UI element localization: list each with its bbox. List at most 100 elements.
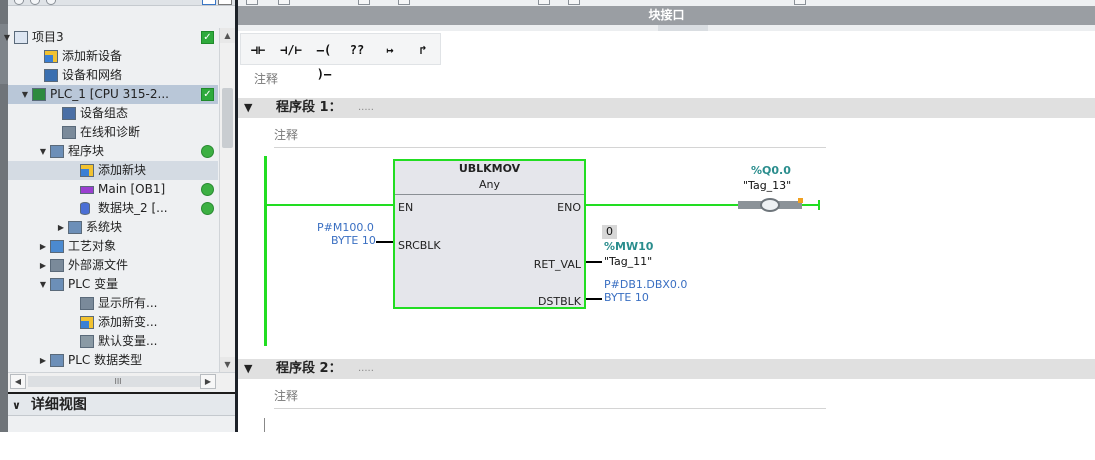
coil-icon[interactable]: –( )– — [309, 38, 339, 81]
tree-item[interactable]: 设备组态 — [8, 104, 218, 123]
block-name: UBLKMOV — [458, 162, 521, 175]
srcblk-operand-type[interactable]: BYTE 10 — [331, 234, 376, 247]
toolbar-icon[interactable] — [398, 0, 410, 5]
plc-icon — [32, 88, 46, 101]
expand-down-icon[interactable]: ▼ — [38, 142, 48, 161]
tree-item-label: 外部源文件 — [68, 258, 129, 272]
ret-val-address[interactable]: %MW10 — [604, 240, 653, 253]
tree-tool-icon[interactable] — [46, 0, 56, 5]
folder-icon — [50, 145, 64, 158]
ret-val-monitor-value: 0 — [602, 225, 617, 239]
coil-out-wire — [800, 204, 820, 206]
tree-item[interactable]: 添加新设备 — [8, 47, 218, 66]
expand-right-icon[interactable]: ▶ — [38, 256, 48, 275]
tree-vertical-scrollbar[interactable]: ▲ ▼ — [219, 28, 235, 372]
collapse-triangle-icon[interactable]: ▼ — [244, 98, 252, 118]
tree-item[interactable]: ▼ PLC_1 [CPU 315-2... ✓ — [8, 85, 218, 104]
tree-tool-icon[interactable] — [14, 0, 24, 5]
coil-left-bar — [738, 201, 762, 209]
tree-item-label: 添加新设备 — [62, 49, 123, 63]
tree-item-label: 显示所有... — [98, 296, 158, 310]
output-coil[interactable] — [738, 198, 803, 212]
network-comment[interactable]: 注释 — [274, 126, 298, 143]
scroll-thumb[interactable] — [222, 88, 233, 148]
tree-item[interactable]: 默认变量... — [8, 332, 218, 351]
tree-item[interactable]: ▶ PLC 数据类型 — [8, 351, 218, 370]
ret-val-wire — [586, 261, 602, 263]
power-rail — [264, 418, 265, 432]
tree-item[interactable]: ▶ 系统块 — [8, 218, 218, 237]
eno-wire — [586, 204, 738, 206]
tree-tool-icon[interactable] — [30, 0, 40, 5]
tree-item[interactable]: ▼ 项目3 ✓ — [4, 28, 218, 47]
tree-item[interactable]: 显示所有... — [8, 294, 218, 313]
toolbar-icon[interactable] — [538, 0, 550, 5]
empty-box-icon[interactable]: ?? — [342, 38, 372, 62]
tree-item[interactable]: 数据块_2 [... — [8, 199, 218, 218]
tree-item[interactable]: ▶ 工艺对象 — [8, 237, 218, 256]
block-type[interactable]: Any — [395, 178, 584, 191]
close-branch-icon[interactable]: ↱ — [408, 38, 438, 62]
power-rail — [264, 156, 267, 346]
coil-tag[interactable]: "Tag_13" — [743, 179, 791, 192]
toolbar-icon[interactable] — [794, 0, 806, 5]
splitter-grip[interactable] — [658, 25, 708, 31]
expand-down-icon[interactable]: ▼ — [38, 275, 48, 294]
scroll-left-icon[interactable]: ◀ — [10, 374, 26, 389]
tree-view-toggle[interactable] — [218, 0, 232, 5]
toolbar-icon[interactable] — [358, 0, 370, 5]
coil-address[interactable]: %Q0.0 — [751, 164, 791, 177]
detail-view-header[interactable]: ∨ 详细视图 — [8, 394, 236, 416]
pin-srcblk: SRCBLK — [398, 239, 441, 252]
srcblk-wire — [376, 241, 393, 243]
chevron-down-icon[interactable]: ∨ — [12, 395, 26, 417]
scroll-down-icon[interactable]: ▼ — [220, 357, 235, 372]
tree-item-label: PLC 数据类型 — [68, 353, 143, 367]
toolbar-icon[interactable] — [568, 0, 580, 5]
network-2-header[interactable]: ▼ 程序段 2： ..... — [238, 359, 1095, 379]
ublkmov-function-box[interactable]: UBLKMOV Any EN ENO SRCBLK RET_VAL DSTBLK — [393, 159, 586, 309]
block-interface-splitter[interactable] — [238, 25, 1095, 31]
toolbar-icon[interactable] — [246, 0, 258, 5]
open-branch-icon[interactable]: ↦ — [375, 38, 405, 62]
scroll-right-icon[interactable]: ▶ — [200, 374, 216, 389]
no-contact-icon[interactable]: ⊣⊢ — [243, 38, 273, 62]
scroll-thumb[interactable]: III — [28, 376, 208, 387]
block-comment[interactable]: 注释 — [254, 70, 278, 87]
dstblk-operand-pointer[interactable]: P#DB1.DBX0.0 — [604, 278, 687, 291]
tree-item[interactable]: 设备和网络 — [8, 66, 218, 85]
network-comment[interactable]: 注释 — [274, 387, 298, 404]
expand-right-icon[interactable]: ▶ — [38, 237, 48, 256]
network-1-header[interactable]: ▼ 程序段 1： ..... — [238, 98, 1095, 118]
ret-val-tag[interactable]: "Tag_11" — [604, 255, 652, 268]
toolbar-icon[interactable] — [278, 0, 290, 5]
folder-icon — [68, 221, 82, 234]
expand-down-icon[interactable]: ▼ — [20, 85, 30, 104]
data-type-icon — [50, 354, 64, 367]
tree-item-label: 在线和诊断 — [80, 125, 141, 139]
nc-contact-icon[interactable]: ⊣/⊢ — [276, 38, 306, 62]
network-title-placeholder[interactable]: ..... — [358, 98, 374, 118]
tag-folder-icon — [50, 278, 64, 291]
tree-item[interactable]: ▶ 外部源文件 — [8, 256, 218, 275]
tree-view-toggle[interactable] — [202, 0, 216, 5]
collapse-triangle-icon[interactable]: ▼ — [244, 359, 252, 379]
tree-item[interactable]: ▼ 程序块 — [8, 142, 218, 161]
tree-item-label: 工艺对象 — [68, 239, 117, 253]
block-interface-bar[interactable]: 块接口 — [238, 6, 1095, 25]
expand-down-icon[interactable]: ▼ — [2, 28, 12, 47]
tree-item[interactable]: 添加新块 — [8, 161, 218, 180]
wire-end — [818, 200, 820, 210]
expand-right-icon[interactable]: ▶ — [56, 218, 66, 237]
network-title-placeholder[interactable]: ..... — [358, 359, 374, 379]
pin-dstblk: DSTBLK — [537, 295, 581, 308]
scroll-up-icon[interactable]: ▲ — [220, 28, 235, 43]
tree-horizontal-scrollbar[interactable]: ◀ III ▶ — [8, 372, 236, 390]
tree-item[interactable]: 在线和诊断 — [8, 123, 218, 142]
srcblk-operand-pointer[interactable]: P#M100.0 — [317, 221, 374, 234]
tree-item[interactable]: Main [OB1] — [8, 180, 218, 199]
tree-item[interactable]: 添加新变... — [8, 313, 218, 332]
dstblk-operand-type[interactable]: BYTE 10 — [604, 291, 649, 304]
expand-right-icon[interactable]: ▶ — [38, 351, 48, 370]
tree-item[interactable]: ▼ PLC 变量 — [8, 275, 218, 294]
